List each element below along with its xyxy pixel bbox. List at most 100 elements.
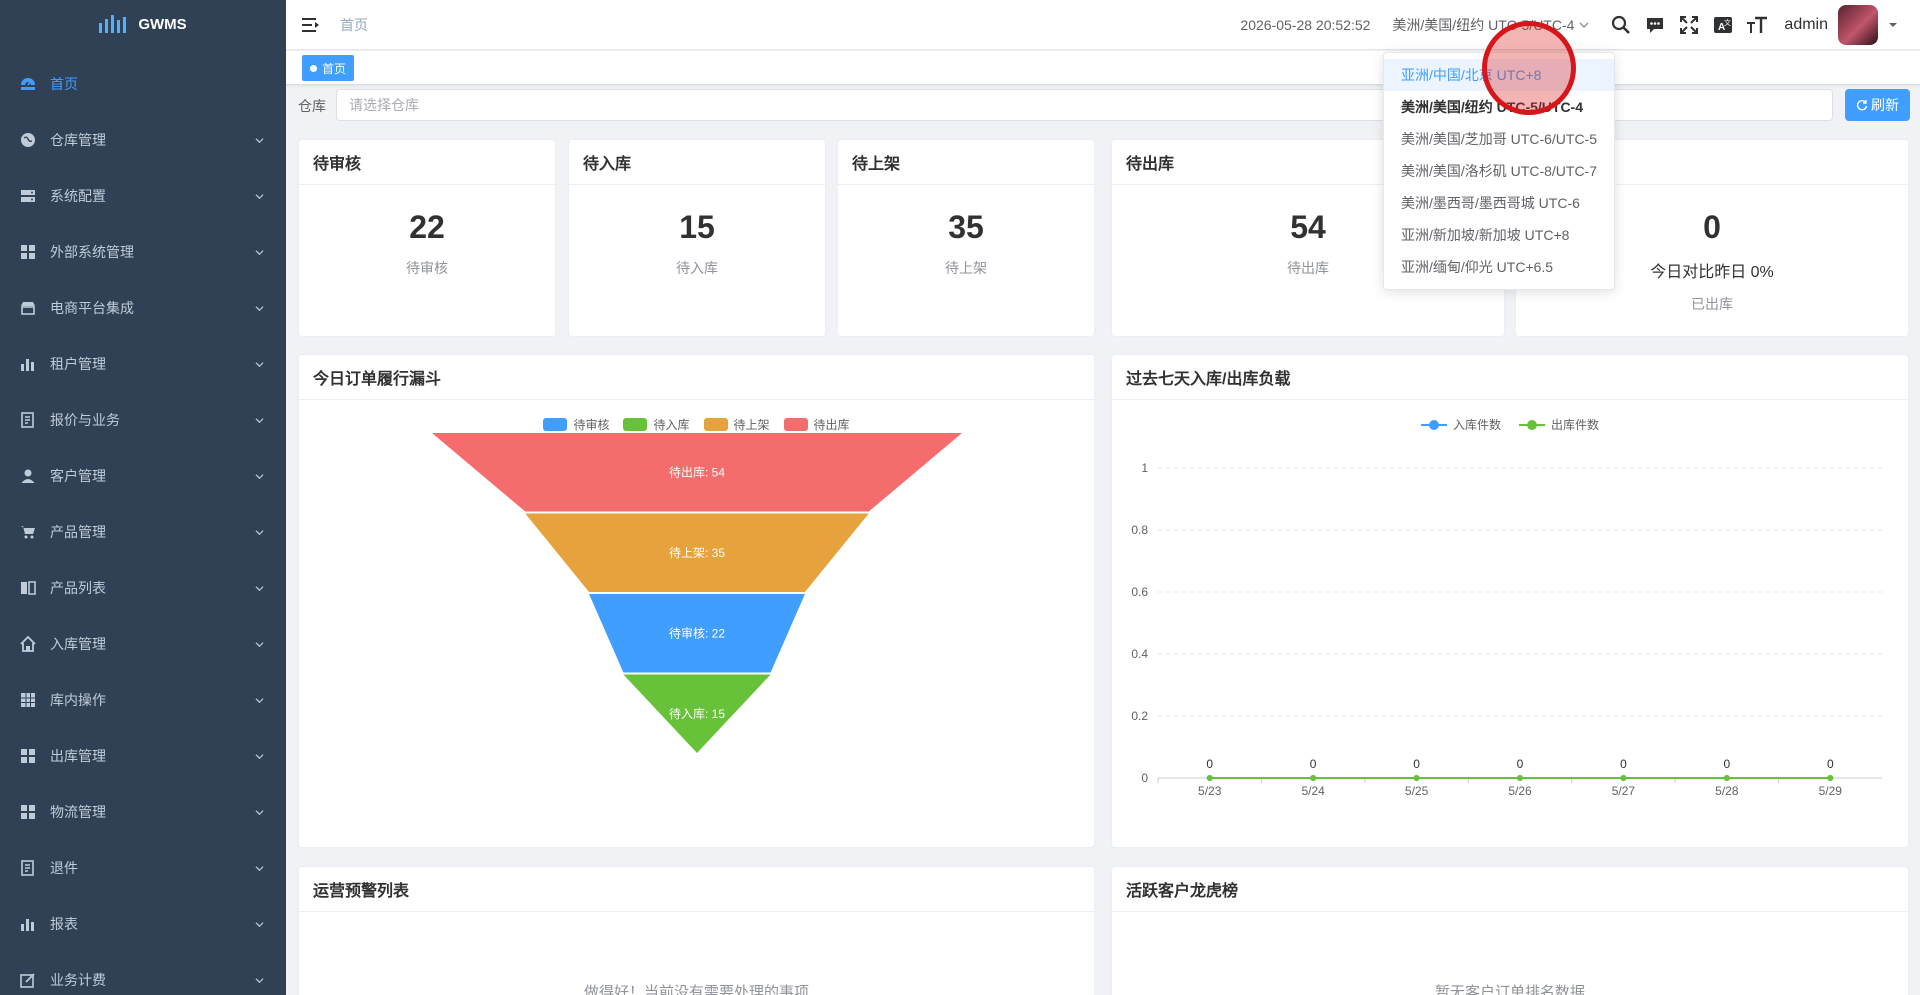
sidebar-item[interactable]: 产品列表 — [0, 560, 286, 616]
y-grid: 0 0.2 0.4 0.6 0.8 1 — [1131, 461, 1882, 785]
stat-title: 待上架 — [838, 140, 1094, 185]
sidebar-item[interactable]: 客户管理 — [0, 448, 286, 504]
chevron-down-icon — [255, 305, 264, 311]
sidebar-item[interactable]: 租户管理 — [0, 336, 286, 392]
series-point-1-3[interactable] — [1517, 775, 1523, 781]
timezone-option[interactable]: 美洲/美国/芝加哥 UTC-6/UTC-5 — [1384, 123, 1614, 155]
message-icon[interactable] — [1638, 8, 1672, 42]
funnel-label-3: 待入库: 15 — [669, 706, 725, 721]
svg-text:文: 文 — [1724, 18, 1731, 27]
sidebar-item-label: 客户管理 — [50, 468, 106, 484]
hamburger-icon[interactable] — [302, 15, 322, 35]
caret-down-icon — [1889, 22, 1897, 27]
stat-value: 35 — [948, 209, 984, 245]
timezone-option[interactable]: 亚洲/新加坡/新加坡 UTC+8 — [1384, 219, 1614, 251]
series-point-1-5[interactable] — [1723, 775, 1730, 781]
x-tick-label-5: 5/28 — [1715, 784, 1739, 798]
sidebar-item-label: 库内操作 — [50, 692, 106, 708]
form-icon — [20, 860, 36, 876]
sidebar-item-label: 租户管理 — [50, 356, 106, 372]
stat-card-pending-inbound: 待入库 15 待入库 — [568, 139, 826, 337]
funnel-panel: 今日订单履行漏斗 待审核 待入库 待上架 待出库 待出库: 54 待上架: 35 待… — [298, 354, 1095, 848]
stat-title: 待审核 — [299, 140, 555, 185]
sidebar-item[interactable]: 报表 — [0, 896, 286, 952]
legend-item-inbound[interactable]: 待入库 — [623, 416, 690, 433]
refresh-button[interactable]: 刷新 — [1845, 89, 1910, 121]
legend-label: 待入库 — [653, 418, 690, 432]
legend-item-shelving[interactable]: 待上架 — [703, 416, 770, 433]
legend-item-outbound[interactable]: 待出库 — [783, 416, 850, 433]
tags-view: 首页 — [286, 51, 1920, 85]
bar-chart-icon — [20, 916, 36, 932]
dashboard-icon — [20, 76, 36, 92]
sidebar-item[interactable]: 产品管理 — [0, 504, 286, 560]
legend-label: 待出库 — [813, 418, 850, 432]
sidebar-item[interactable]: 物流管理 — [0, 784, 286, 840]
sidebar-item[interactable]: 出库管理 — [0, 728, 286, 784]
stat-card-pending-shelving: 待上架 35 待上架 — [837, 139, 1095, 337]
legend-item-inbound-qty[interactable]: 入库件数 — [1420, 416, 1501, 433]
series-point-1-6[interactable] — [1827, 775, 1834, 781]
timezone-option[interactable]: 亚洲/缅甸/仰光 UTC+6.5 — [1384, 251, 1614, 283]
stat-value: 22 — [409, 209, 445, 245]
sidebar-item[interactable]: 仓库管理 — [0, 112, 286, 168]
series-point-1-0[interactable] — [1206, 775, 1213, 781]
legend-label: 入库件数 — [1452, 418, 1501, 432]
series-point-1-2[interactable] — [1413, 775, 1420, 781]
timezone-option[interactable]: 美洲/墨西哥/墨西哥城 UTC-6 — [1384, 187, 1614, 219]
y-tick-label-4: 0.8 — [1131, 523, 1148, 537]
app-logo[interactable]: GWMS — [0, 0, 286, 48]
stat-subtitle: 已出库 — [1691, 296, 1733, 312]
tag-home[interactable]: 首页 — [302, 55, 355, 81]
sidebar-item-label: 仓库管理 — [50, 132, 106, 148]
sidebar-item[interactable]: 系统配置 — [0, 168, 286, 224]
globe-icon — [20, 132, 36, 148]
funnel-legend: 待审核 待入库 待上架 待出库 — [299, 416, 1094, 433]
grid-icon — [20, 804, 36, 820]
search-icon[interactable] — [1604, 8, 1638, 42]
navbar: 首页 2026-05-28 20:52:52 美洲/美国/纽约 UTC-5/UT… — [286, 0, 1920, 50]
form-icon — [20, 412, 36, 428]
navbar-right: 2026-05-28 20:52:52 美洲/美国/纽约 UTC-5/UTC-4… — [1240, 0, 1920, 50]
timezone-option[interactable]: 亚洲/中国/北京 UTC+8 — [1384, 59, 1614, 91]
sidebar-item[interactable]: 报价与业务 — [0, 392, 286, 448]
y-tick-label-2: 0.4 — [1131, 647, 1148, 661]
bar-chart-icon — [20, 356, 36, 372]
sidebar-item[interactable]: 业务计费 — [0, 952, 286, 995]
sidebar-item[interactable]: 退件 — [0, 840, 286, 896]
sidebar-item[interactable]: 电商平台集成 — [0, 280, 286, 336]
sidebar-item-label: 外部系统管理 — [50, 244, 134, 260]
sidebar-item-label: 退件 — [50, 860, 78, 876]
load-legend: 入库件数 出库件数 — [1112, 416, 1908, 433]
chevron-down-icon — [255, 529, 264, 535]
legend-label: 待审核 — [573, 418, 610, 432]
timezone-option[interactable]: 美洲/美国/纽约 UTC-5/UTC-4 — [1384, 91, 1614, 123]
server-icon — [20, 188, 36, 204]
language-icon[interactable]: A文 — [1706, 8, 1740, 42]
legend-item-outbound-qty[interactable]: 出库件数 — [1519, 416, 1599, 433]
series-point-1-1[interactable] — [1310, 775, 1317, 781]
sidebar-item-label: 物流管理 — [50, 804, 106, 820]
sidebar-item[interactable]: 库内操作 — [0, 672, 286, 728]
sidebar-item[interactable]: 外部系统管理 — [0, 224, 286, 280]
legend-item-review[interactable]: 待审核 — [543, 416, 609, 433]
point-label-0: 0 — [1206, 757, 1213, 771]
font-size-icon[interactable] — [1740, 8, 1774, 42]
avatar[interactable] — [1838, 4, 1878, 45]
chevron-down-icon — [255, 417, 264, 423]
alerts-empty: 做得好！当前没有需要处理的事项 — [583, 984, 809, 995]
sidebar-item[interactable]: 入库管理 — [0, 616, 286, 672]
funnel-label-0: 待出库: 54 — [669, 464, 725, 479]
series-point-1-4[interactable] — [1620, 775, 1627, 781]
user-menu[interactable]: admin — [1784, 4, 1898, 45]
timezone-option[interactable]: 美洲/美国/洛杉矶 UTC-8/UTC-7 — [1384, 155, 1614, 187]
stat-card-pending-review: 待审核 22 待审核 — [298, 139, 556, 337]
breadcrumb[interactable]: 首页 — [340, 15, 368, 35]
stat-value: 15 — [679, 209, 715, 245]
timezone-select[interactable]: 美洲/美国/纽约 UTC-5/UTC-4 — [1392, 15, 1590, 35]
sidebar-item[interactable]: 首页 — [0, 56, 286, 112]
y-tick-label-5: 1 — [1141, 461, 1148, 475]
fullscreen-icon[interactable] — [1672, 8, 1706, 42]
grid-icon — [20, 748, 36, 764]
timezone-dropdown: 亚洲/中国/北京 UTC+8 美洲/美国/纽约 UTC-5/UTC-4 美洲/美国/… — [1383, 52, 1615, 290]
